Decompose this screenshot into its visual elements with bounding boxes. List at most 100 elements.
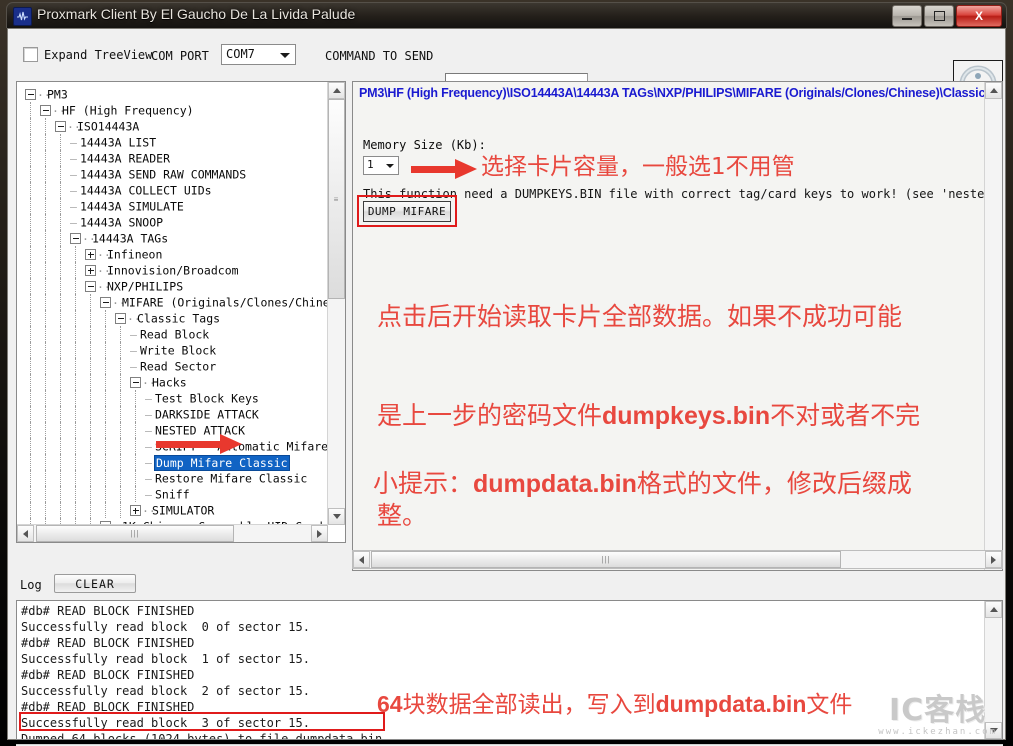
maximize-button[interactable]: [924, 5, 954, 27]
tree-item-label[interactable]: Read Sector: [140, 360, 216, 374]
collapse-icon[interactable]: [25, 89, 36, 100]
detail-horizontal-scrollbar[interactable]: |||: [352, 550, 1003, 569]
scroll-thumb[interactable]: ≡: [328, 99, 345, 299]
scroll-down-button[interactable]: [985, 722, 1002, 739]
tree-guide-line: [120, 470, 122, 486]
tree-item-label[interactable]: Sniff: [155, 488, 190, 502]
tree-guide-line: [105, 310, 107, 326]
tree-item-innovision-broadcom[interactable]: ··Innovision/Broadcom: [25, 262, 328, 278]
collapse-icon[interactable]: [55, 121, 66, 132]
tree-item-label[interactable]: Classic Tags: [137, 312, 220, 326]
tree-item-label[interactable]: Infineon: [107, 248, 162, 262]
tree-item-mifare-originals-clones-chinese[interactable]: ··MIFARE (Originals/Clones/Chinese): [25, 294, 328, 310]
tree-item-label[interactable]: PM3: [47, 88, 68, 102]
clear-log-button[interactable]: CLEAR: [54, 574, 136, 593]
tree-item-read-sector[interactable]: — Read Sector: [25, 358, 328, 374]
tree-item-darkside-attack[interactable]: — DARKSIDE ATTACK: [25, 406, 328, 422]
tree-item-label[interactable]: Restore Mifare Classic: [155, 472, 307, 486]
expand-icon[interactable]: [85, 265, 96, 276]
scroll-down-button[interactable]: [328, 508, 345, 525]
tree-item-label[interactable]: 14443A SIMULATE: [80, 200, 184, 214]
scroll-right-button[interactable]: [311, 525, 328, 542]
tree-item-restore-mifare-classic[interactable]: — Restore Mifare Classic: [25, 470, 328, 486]
scroll-left-button[interactable]: [17, 525, 34, 542]
collapse-icon[interactable]: [70, 233, 81, 244]
tree-item-label[interactable]: Innovision/Broadcom: [107, 264, 239, 278]
tree-item-label[interactable]: 14443A SEND RAW COMMANDS: [80, 168, 246, 182]
log-vertical-scrollbar[interactable]: [984, 601, 1002, 739]
tree-item-label[interactable]: Hacks: [152, 376, 187, 390]
detail-vertical-scrollbar[interactable]: [984, 82, 1002, 570]
tree-item-write-block[interactable]: — Write Block: [25, 342, 328, 358]
tree-item-label[interactable]: 14443A LIST: [80, 136, 156, 150]
expand-icon[interactable]: [130, 505, 141, 516]
tree-item-test-block-keys[interactable]: — Test Block Keys: [25, 390, 328, 406]
com-port-select[interactable]: COM7: [221, 44, 296, 65]
tree-item-label[interactable]: 14443A COLLECT UIDs: [80, 184, 212, 198]
scroll-up-button[interactable]: [985, 82, 1002, 99]
tree-item-sniff[interactable]: — Sniff: [25, 486, 328, 502]
tree-item-label[interactable]: 14443A SNOOP: [80, 216, 163, 230]
collapse-icon[interactable]: [115, 313, 126, 324]
chevron-down-icon: [280, 53, 290, 58]
minimize-button[interactable]: [892, 5, 922, 27]
tree-item-14443a-list[interactable]: —14443A LIST: [25, 134, 328, 150]
scroll-thumb-horizontal[interactable]: |||: [371, 551, 841, 568]
tree-item-label[interactable]: ISO14443A: [77, 120, 139, 134]
scroll-up-button[interactable]: [985, 601, 1002, 618]
close-button[interactable]: X: [956, 5, 1002, 27]
tree-item-simulator[interactable]: ··SIMULATOR: [25, 502, 328, 518]
tree-item-label[interactable]: NXP/PHILIPS: [107, 280, 183, 294]
tree-horizontal-scrollbar[interactable]: |||: [17, 524, 328, 542]
tree-guide-line: [45, 486, 47, 502]
tree-item-label[interactable]: DARKSIDE ATTACK: [155, 408, 259, 422]
tree-item-hacks[interactable]: ··Hacks: [25, 374, 328, 390]
expand-treeview-checkbox[interactable]: Expand TreeView: [23, 47, 152, 62]
tree-item-label[interactable]: Test Block Keys: [155, 392, 259, 406]
tree-item-14443a-send-raw-commands[interactable]: —14443A SEND RAW COMMANDS: [25, 166, 328, 182]
tree-item-label[interactable]: MIFARE (Originals/Clones/Chinese): [122, 296, 328, 310]
tree-item-hf-high-frequency[interactable]: ··HF (High Frequency): [25, 102, 328, 118]
tree-item-label[interactable]: Write Block: [140, 344, 216, 358]
tree-item-14443a-collect-uids[interactable]: —14443A COLLECT UIDs: [25, 182, 328, 198]
tree-item-label[interactable]: SIMULATOR: [152, 504, 214, 518]
tree-item-read-block[interactable]: — Read Block: [25, 326, 328, 342]
tree-item-classic-tags[interactable]: ··Classic Tags: [25, 310, 328, 326]
tree-item-pm3[interactable]: ··PM3: [25, 86, 328, 102]
tree-item-infineon[interactable]: ··Infineon: [25, 246, 328, 262]
dump-mifare-button[interactable]: DUMP MIFARE: [363, 201, 451, 222]
expand-icon[interactable]: [85, 249, 96, 260]
scroll-up-button[interactable]: [328, 82, 345, 99]
tree-item-14443a-tags[interactable]: ··14443A TAGs: [25, 230, 328, 246]
scroll-thumb-horizontal[interactable]: |||: [36, 525, 234, 542]
tree-connector: —: [130, 327, 137, 342]
tree-item-14443a-reader[interactable]: —14443A READER: [25, 150, 328, 166]
memory-size-select[interactable]: 1: [363, 156, 399, 175]
collapse-icon[interactable]: [40, 105, 51, 116]
collapse-icon[interactable]: [85, 281, 96, 292]
tree-item-14443a-simulate[interactable]: —14443A SIMULATE: [25, 198, 328, 214]
tree-item-label[interactable]: Dump Mifare Classic: [154, 454, 290, 471]
tree-item-label[interactable]: Read Block: [140, 328, 209, 342]
tree-view[interactable]: ··PM3 ··HF (High Frequency) ··ISO14443A —14…: [17, 82, 328, 525]
collapse-icon[interactable]: [130, 377, 141, 388]
tree-guide-line: [30, 134, 32, 150]
log-output[interactable]: #db# READ BLOCK FINISHED Successfully rea…: [16, 600, 1003, 740]
tree-item-label[interactable]: 14443A READER: [80, 152, 170, 166]
scroll-left-button[interactable]: [353, 551, 370, 568]
tree-item-dump-mifare-classic[interactable]: — Dump Mifare Classic: [25, 454, 328, 471]
tree-connector: —: [130, 343, 137, 358]
tree-guide-line: [30, 342, 32, 358]
tree-item-14443a-snoop[interactable]: —14443A SNOOP: [25, 214, 328, 230]
tree-panel[interactable]: ··PM3 ··HF (High Frequency) ··ISO14443A —14…: [16, 81, 346, 543]
tree-item-nested-attack[interactable]: — NESTED ATTACK: [25, 422, 328, 438]
tree-item-label[interactable]: HF (High Frequency): [62, 104, 194, 118]
tree-item-iso14443a[interactable]: ··ISO14443A: [25, 118, 328, 134]
tree-item-nxp-philips[interactable]: ··NXP/PHILIPS: [25, 278, 328, 294]
tree-item-label[interactable]: 14443A TAGs: [92, 232, 168, 246]
tree-connector: —: [145, 487, 152, 502]
collapse-icon[interactable]: [100, 297, 111, 308]
tree-vertical-scrollbar[interactable]: ≡: [327, 82, 345, 525]
scroll-right-button[interactable]: [985, 551, 1002, 568]
checkbox-box[interactable]: [23, 47, 38, 62]
